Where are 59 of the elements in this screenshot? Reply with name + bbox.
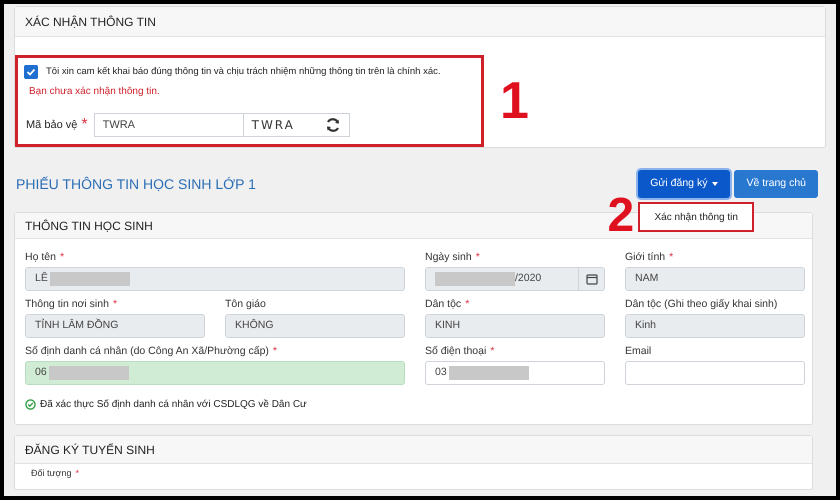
required-mark: * xyxy=(669,251,674,264)
calendar-icon[interactable] xyxy=(586,273,598,286)
checkbox[interactable] xyxy=(24,65,38,80)
input-field[interactable]: TỈNH LÂM ĐỒNG xyxy=(25,314,205,338)
field-label: Dân tộc (Ghi theo giấy khai sinh) xyxy=(625,298,778,312)
field-value: TỈNH LÂM ĐỒNG xyxy=(35,318,118,334)
required-mark: * xyxy=(75,468,79,480)
required-mark: * xyxy=(112,298,118,312)
annotation-number: 1 xyxy=(500,75,529,128)
section-title: XÁC NHẬN THÔNG TIN xyxy=(25,14,156,30)
field-value: LÊ xyxy=(35,271,48,286)
field-label: Họ tên xyxy=(25,251,56,264)
field-label: Email xyxy=(625,345,652,358)
required-mark: * xyxy=(476,251,480,264)
input-field[interactable] xyxy=(625,361,805,386)
menu-item[interactable]: Xác nhận thông tin xyxy=(654,210,738,225)
input-field[interactable]: KHÔNG xyxy=(225,314,405,338)
required-mark: * xyxy=(81,115,88,136)
field-value: KHÔNG xyxy=(235,318,274,334)
input-field[interactable]: 03 xyxy=(425,361,605,386)
field-label: Tôn giáo xyxy=(225,298,266,312)
required-mark: * xyxy=(272,345,278,358)
field-label: Ngày sinh xyxy=(425,251,472,264)
field-label: Giới tính xyxy=(625,251,666,264)
field-label: Số định danh cá nhân (do Công An Xã/Phường cấp) xyxy=(25,345,269,358)
check-circle-icon xyxy=(25,399,36,410)
section-title: ĐĂNG KÝ TUYỂN SINH xyxy=(25,442,155,459)
input-field[interactable]: KINH xyxy=(425,314,605,338)
input-field[interactable]: 06 xyxy=(25,361,405,386)
refresh-icon[interactable] xyxy=(324,117,341,134)
annotation-number: 2 xyxy=(608,192,634,240)
captcha-image: TWRA xyxy=(252,117,295,134)
field-label: Số điện thoại xyxy=(425,345,486,358)
required-mark: * xyxy=(465,298,470,312)
field-label: Thông tin nơi sinh xyxy=(25,298,109,312)
captcha-label: Mã bảo vệ xyxy=(26,118,78,133)
required-mark: * xyxy=(60,251,64,264)
field-value: 03 xyxy=(435,365,447,380)
commitment-label: Tôi xin cam kết khai báo đúng thông tin và chịu trách nhiệm những thông tin trên là chính xác. xyxy=(46,65,441,79)
field-value: /2020 xyxy=(515,271,542,286)
field-value: Kinh xyxy=(635,318,656,334)
section-title: THÔNG TIN HỌC SINH xyxy=(25,218,153,235)
verified-note: Đã xác thực Số định danh cá nhân với CSDLQG về Dân Cư xyxy=(40,398,307,412)
captcha-field[interactable]: TWRA xyxy=(94,113,244,138)
form-title: PHIẾU THÔNG TIN HỌC SINH LỚP 1 xyxy=(16,174,256,194)
field-label: Đối tượng xyxy=(31,468,72,480)
dropdown-button[interactable]: Gửi đăng ký xyxy=(638,170,730,198)
field-label: Dân tộc xyxy=(425,298,462,312)
date-field[interactable]: /2020 xyxy=(425,267,605,292)
input-field[interactable]: LÊ xyxy=(25,267,405,292)
input-field[interactable]: Kinh xyxy=(625,314,805,338)
required-mark: * xyxy=(490,345,494,358)
field-value: 06 xyxy=(35,365,47,380)
field-value: NAM xyxy=(635,271,658,286)
caret-icon xyxy=(712,182,718,186)
input-field[interactable]: NAM xyxy=(625,267,805,292)
error-message: Bạn chưa xác nhận thông tin. xyxy=(29,85,161,100)
field-value: KINH xyxy=(435,318,460,334)
home-button[interactable]: Về trang chủ xyxy=(734,170,818,198)
